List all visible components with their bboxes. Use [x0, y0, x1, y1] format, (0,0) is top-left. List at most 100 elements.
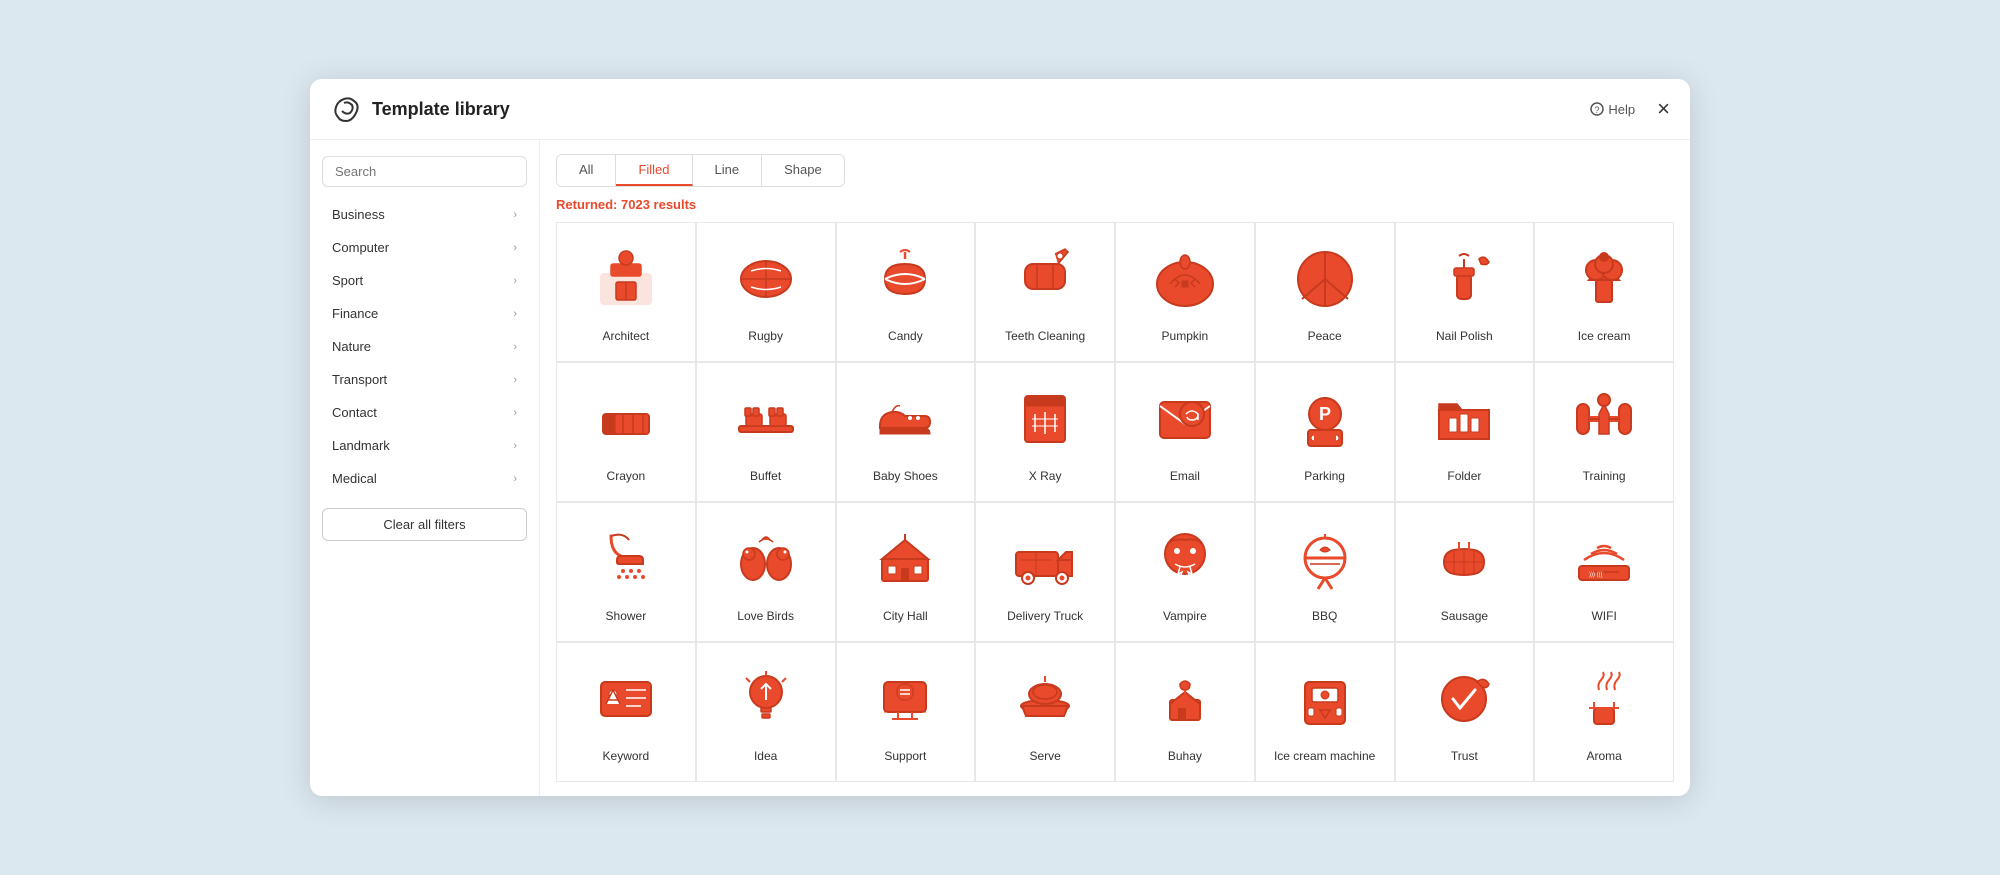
baby-shoes-icon: [870, 384, 940, 459]
chevron-icon: ›: [513, 209, 517, 221]
support-icon: [870, 664, 940, 739]
serve-icon: [1010, 664, 1080, 739]
chevron-icon: ›: [513, 407, 517, 419]
icon-card-rugby[interactable]: Rugby: [696, 222, 836, 362]
results-info: Returned: 7023 results: [556, 197, 1674, 212]
icon-card-peace[interactable]: Peace: [1255, 222, 1395, 362]
candy-icon: [870, 244, 940, 319]
keyword-icon: [591, 664, 661, 739]
sidebar-item-business[interactable]: Business ›: [322, 199, 527, 230]
icon-card-city-hall[interactable]: City Hall: [836, 502, 976, 642]
icon-card-love-birds[interactable]: Love Birds: [696, 502, 836, 642]
icon-label-rugby: Rugby: [748, 329, 783, 345]
close-button[interactable]: ×: [1657, 98, 1670, 120]
delivery-truck-icon: [1010, 524, 1080, 599]
icon-card-aroma[interactable]: Aroma: [1534, 642, 1674, 782]
x-ray-icon: [1010, 384, 1080, 459]
tab-shape[interactable]: Shape: [762, 155, 844, 186]
icon-label-aroma: Aroma: [1586, 749, 1621, 765]
modal-body: Business › Computer › Sport › Finance › …: [310, 140, 1690, 796]
icon-label-buhay: Buhay: [1168, 749, 1202, 765]
icon-card-idea[interactable]: Idea: [696, 642, 836, 782]
icon-card-baby-shoes[interactable]: Baby Shoes: [836, 362, 976, 502]
nail-polish-icon: [1429, 244, 1499, 319]
sidebar-item-sport[interactable]: Sport ›: [322, 265, 527, 296]
chevron-icon: ›: [513, 308, 517, 320]
modal: Template library ? Help × Business › Com…: [310, 79, 1690, 796]
icon-card-training[interactable]: Training: [1534, 362, 1674, 502]
icon-label-ice-cream: Ice cream: [1578, 329, 1631, 345]
search-input[interactable]: [322, 156, 527, 187]
buhay-icon: [1150, 664, 1220, 739]
folder-icon: [1429, 384, 1499, 459]
main-content: All Filled Line Shape Returned: 7023 res…: [540, 140, 1690, 796]
icon-card-ice-cream[interactable]: Ice cream: [1534, 222, 1674, 362]
svg-text:P: P: [1319, 404, 1331, 424]
icon-card-trust[interactable]: Trust: [1395, 642, 1535, 782]
icon-card-buhay[interactable]: Buhay: [1115, 642, 1255, 782]
icon-card-parking[interactable]: P Parking: [1255, 362, 1395, 502]
love-birds-icon: [731, 524, 801, 599]
icon-label-idea: Idea: [754, 749, 777, 765]
chevron-icon: ›: [513, 473, 517, 485]
icon-card-crayon[interactable]: Crayon: [556, 362, 696, 502]
sidebar-item-finance[interactable]: Finance ›: [322, 298, 527, 329]
icon-card-pumpkin[interactable]: Pumpkin: [1115, 222, 1255, 362]
sidebar-item-computer[interactable]: Computer ›: [322, 232, 527, 263]
icon-label-architect: Architect: [603, 329, 650, 345]
pumpkin-icon: [1150, 244, 1220, 319]
icon-label-email: Email: [1170, 469, 1200, 485]
buffet-icon: [731, 384, 801, 459]
icon-label-city-hall: City Hall: [883, 609, 928, 625]
icon-card-folder[interactable]: Folder: [1395, 362, 1535, 502]
rugby-icon: [731, 244, 801, 319]
bbq-icon: [1290, 524, 1360, 599]
icon-label-keyword: Keyword: [603, 749, 650, 765]
logo-icon: [330, 93, 362, 125]
icon-card-ice-cream-machine[interactable]: Ice cream machine: [1255, 642, 1395, 782]
icon-card-nail-polish[interactable]: Nail Polish: [1395, 222, 1535, 362]
icon-label-x-ray: X Ray: [1029, 469, 1062, 485]
icon-card-candy[interactable]: Candy: [836, 222, 976, 362]
sidebar-item-nature[interactable]: Nature ›: [322, 331, 527, 362]
icon-label-support: Support: [884, 749, 926, 765]
clear-filters-button[interactable]: Clear all filters: [322, 508, 527, 541]
sidebar-item-landmark[interactable]: Landmark ›: [322, 430, 527, 461]
help-icon: ?: [1590, 102, 1604, 116]
help-button[interactable]: ? Help: [1590, 102, 1635, 117]
aroma-icon: [1569, 664, 1639, 739]
icon-label-parking: Parking: [1304, 469, 1345, 485]
peace-icon: [1290, 244, 1360, 319]
icon-label-nail-polish: Nail Polish: [1436, 329, 1493, 345]
icon-card-buffet[interactable]: Buffet: [696, 362, 836, 502]
sidebar-item-transport[interactable]: Transport ›: [322, 364, 527, 395]
icon-card-sausage[interactable]: Sausage: [1395, 502, 1535, 642]
icon-card-bbq[interactable]: BBQ: [1255, 502, 1395, 642]
icon-card-shower[interactable]: Shower: [556, 502, 696, 642]
icon-card-keyword[interactable]: Keyword: [556, 642, 696, 782]
tab-filled[interactable]: Filled: [616, 155, 692, 186]
icon-card-support[interactable]: Support: [836, 642, 976, 782]
architect-icon: [591, 244, 661, 319]
icon-label-serve: Serve: [1029, 749, 1060, 765]
tab-line[interactable]: Line: [693, 155, 763, 186]
icon-label-buffet: Buffet: [750, 469, 781, 485]
parking-icon: P: [1290, 384, 1360, 459]
icon-card-delivery-truck[interactable]: Delivery Truck: [975, 502, 1115, 642]
tabs-row: All Filled Line Shape: [556, 154, 845, 187]
icon-label-baby-shoes: Baby Shoes: [873, 469, 938, 485]
tab-all[interactable]: All: [557, 155, 616, 186]
sidebar-item-contact[interactable]: Contact ›: [322, 397, 527, 428]
wifi-icon: ))) (((: [1569, 524, 1639, 599]
sidebar-item-medical[interactable]: Medical ›: [322, 463, 527, 494]
chevron-icon: ›: [513, 242, 517, 254]
icon-card-architect[interactable]: Architect: [556, 222, 696, 362]
icon-card-teeth-cleaning[interactable]: Teeth Cleaning: [975, 222, 1115, 362]
icon-card-email[interactable]: Email: [1115, 362, 1255, 502]
icon-card-x-ray[interactable]: X Ray: [975, 362, 1115, 502]
ice-cream-machine-icon: [1290, 664, 1360, 739]
icon-card-serve[interactable]: Serve: [975, 642, 1115, 782]
icon-card-wifi[interactable]: ))) ((( WIFI: [1534, 502, 1674, 642]
icon-card-vampire[interactable]: Vampire: [1115, 502, 1255, 642]
icon-label-candy: Candy: [888, 329, 923, 345]
